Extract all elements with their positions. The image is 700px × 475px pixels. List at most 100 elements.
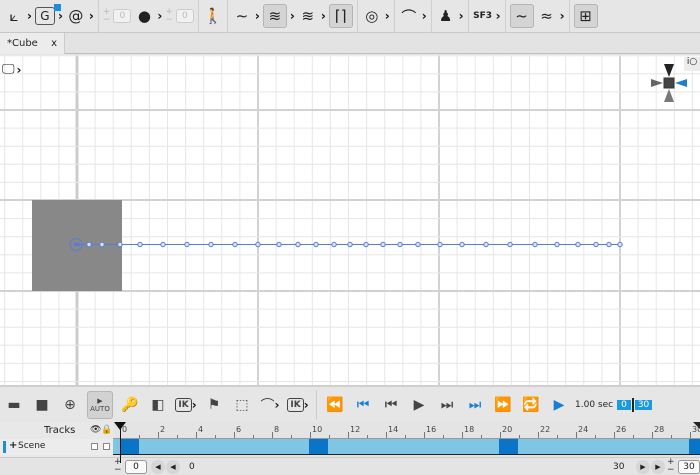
prev-key-icon[interactable]: ⏮: [352, 391, 374, 419]
path-point[interactable]: [507, 241, 513, 248]
split-icon[interactable]: ◧: [147, 391, 169, 419]
ik-button[interactable]: IK ›: [175, 391, 197, 419]
chevron-right-icon[interactable]: ›: [27, 9, 32, 23]
keyframe[interactable]: [499, 439, 518, 454]
camera-view-button[interactable]: 🖵 ›: [2, 62, 22, 77]
puppet-icon[interactable]: ♟: [436, 4, 456, 28]
lock-curves-icon[interactable]: ≋: [262, 4, 287, 28]
visibility-icon[interactable]: 👁: [90, 425, 101, 435]
path-point[interactable]: [276, 241, 282, 248]
scroll-right-button-2[interactable]: ▶: [651, 460, 665, 474]
add-layer-icon[interactable]: ⊕: [59, 391, 81, 419]
path-point[interactable]: [160, 241, 166, 248]
path-point[interactable]: [347, 241, 353, 248]
lock-icon[interactable]: 🔒: [101, 425, 112, 435]
lock-checkbox[interactable]: [103, 443, 110, 450]
path-point[interactable]: [437, 241, 443, 248]
chevron-right-icon[interactable]: ›: [496, 9, 501, 23]
chevron-right-icon[interactable]: ›: [422, 9, 427, 23]
path-point[interactable]: [397, 241, 403, 248]
path-point[interactable]: [86, 241, 92, 248]
path-point[interactable]: [380, 241, 386, 248]
prev-frame-icon[interactable]: ⏮: [380, 391, 402, 419]
visibility-checkbox[interactable]: [91, 443, 98, 450]
path-point[interactable]: [459, 241, 465, 248]
path-point[interactable]: [295, 241, 301, 248]
scene-track-bar[interactable]: [113, 439, 700, 455]
zoom-field[interactable]: 30: [678, 460, 700, 474]
edit-curves-icon[interactable]: ≋: [298, 4, 318, 28]
next-key-icon[interactable]: ⏭: [464, 391, 486, 419]
play-icon[interactable]: ▶: [408, 391, 430, 419]
sf3-icon[interactable]: SF3: [473, 4, 493, 28]
chevron-right-icon[interactable]: ›: [321, 9, 326, 23]
scene-track[interactable]: + Scene: [0, 439, 113, 455]
chevron-right-icon[interactable]: ›: [459, 9, 464, 23]
tab-cube[interactable]: *Cube x: [0, 33, 65, 54]
path-point[interactable]: [184, 241, 190, 248]
path-point[interactable]: [483, 241, 489, 248]
path-point[interactable]: [99, 241, 105, 248]
path-point[interactable]: [208, 241, 214, 248]
stepper-icon[interactable]: + −: [103, 8, 111, 25]
expand-icon[interactable]: +: [9, 440, 17, 451]
range-end-field[interactable]: 30: [634, 399, 653, 410]
scroll-right-button[interactable]: ▶: [636, 460, 650, 474]
chevron-right-icon[interactable]: ›: [89, 9, 94, 23]
delete-layer-icon[interactable]: ▬: [3, 391, 25, 419]
fast-forward-icon[interactable]: ⏩: [492, 391, 514, 419]
smooth-icon[interactable]: ~: [509, 4, 534, 28]
selection-rect-icon[interactable]: ⬚: [231, 391, 253, 419]
keyframe[interactable]: [309, 439, 328, 454]
chevron-right-icon[interactable]: ›: [58, 9, 63, 23]
keyframe[interactable]: [689, 439, 700, 454]
layer-number-field[interactable]: 0: [113, 9, 132, 23]
canvas[interactable]: 🖵 › i○: [0, 55, 700, 385]
chevron-right-icon[interactable]: ›: [385, 9, 390, 23]
path-point[interactable]: [313, 241, 319, 248]
timeline-ruler[interactable]: 0 2 4 6 8 10 12 14 16 18 20 22 24 26 28 30: [113, 422, 700, 439]
auto-key-button[interactable]: ▶ AUTO: [87, 390, 113, 419]
path-point[interactable]: [363, 241, 369, 248]
chevron-right-icon[interactable]: ›: [157, 9, 162, 23]
loop-icon[interactable]: 🔁: [520, 391, 542, 419]
scroll-left-button-2[interactable]: ◀: [166, 460, 180, 474]
path-point[interactable]: [415, 241, 421, 248]
play-key-icon[interactable]: ▶: [548, 391, 570, 419]
layer-icon[interactable]: ■: [31, 391, 53, 419]
path-point[interactable]: [593, 241, 599, 248]
keyframe[interactable]: [120, 439, 139, 454]
path-point[interactable]: [331, 241, 337, 248]
path-point[interactable]: [137, 241, 143, 248]
arc-icon[interactable]: ⌒ ›: [259, 391, 281, 419]
end-marker-icon[interactable]: [693, 422, 700, 429]
marker-flag-icon[interactable]: ⚑: [203, 391, 225, 419]
chevron-right-icon[interactable]: ›: [255, 9, 260, 23]
group-tool-button[interactable]: G: [34, 4, 61, 25]
path-point[interactable]: [554, 241, 560, 248]
spiral-tool-icon[interactable]: @: [66, 4, 86, 28]
path-point[interactable]: [532, 241, 538, 248]
path-point[interactable]: [606, 241, 612, 248]
bone-number-field[interactable]: 0: [175, 9, 194, 23]
path-point[interactable]: [255, 241, 261, 248]
info-toggle[interactable]: i○: [684, 57, 700, 71]
grid-icon[interactable]: ⊞: [573, 4, 598, 28]
character-icon[interactable]: 🚶: [203, 4, 223, 28]
range-start-field[interactable]: 0: [617, 399, 631, 410]
path-point[interactable]: [575, 241, 581, 248]
curve-tool-icon[interactable]: ∼: [232, 4, 252, 28]
chevron-right-icon[interactable]: ›: [560, 9, 565, 23]
bone-pin-icon[interactable]: ●: [134, 4, 154, 28]
rewind-icon[interactable]: ⏪: [324, 391, 346, 419]
next-frame-icon[interactable]: ⏭: [436, 391, 458, 419]
path-point[interactable]: [117, 241, 123, 248]
key-icon[interactable]: 🔑: [119, 391, 141, 419]
chevron-right-icon[interactable]: ›: [290, 9, 295, 23]
frame-field[interactable]: 0: [125, 460, 147, 474]
add-point-icon[interactable]: ⌒: [399, 4, 419, 28]
transform-layer-icon[interactable]: ⟀: [4, 4, 24, 28]
camera-icon[interactable]: ◎: [362, 4, 382, 28]
zoom-stepper-icon[interactable]: + −: [667, 458, 675, 475]
close-icon[interactable]: x: [51, 38, 57, 49]
